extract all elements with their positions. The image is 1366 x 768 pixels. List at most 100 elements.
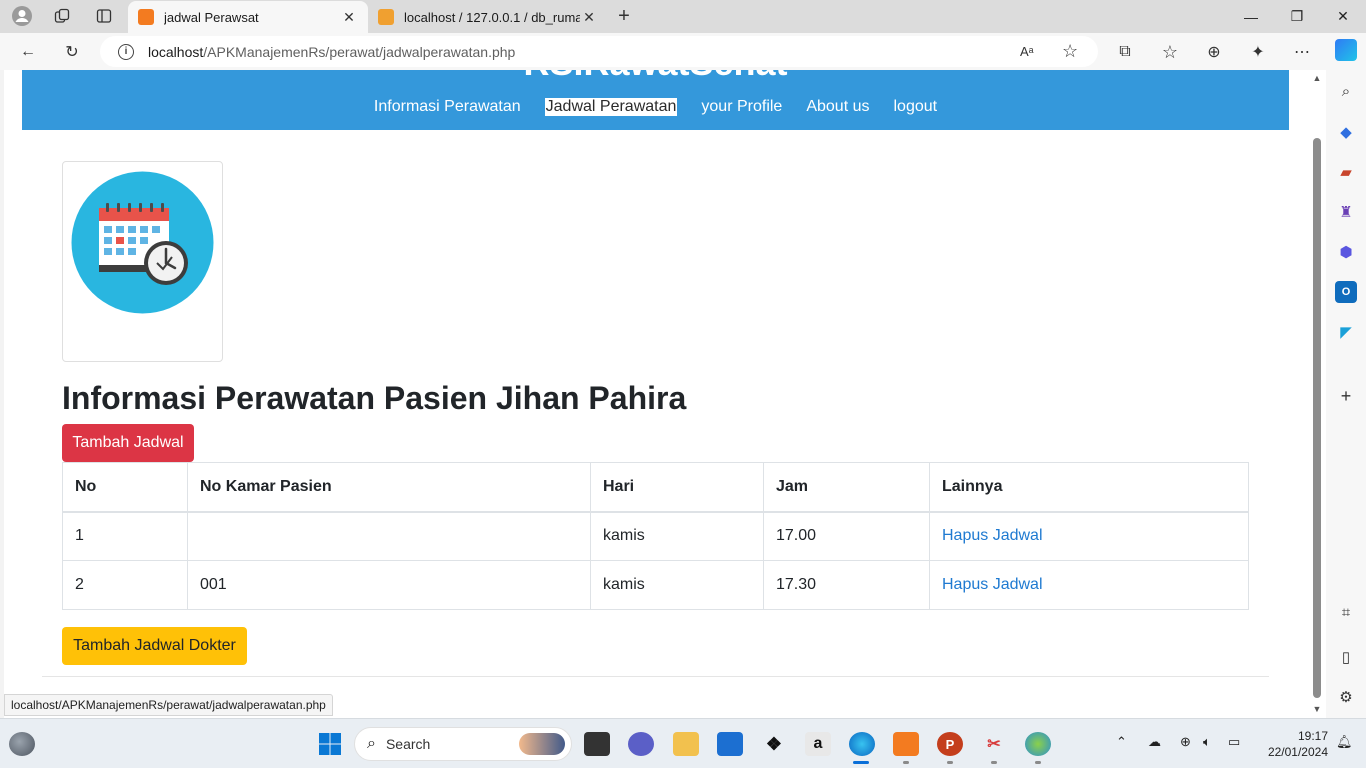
phpmyadmin-favicon-icon (378, 9, 394, 25)
show-hidden-icons-chevron-icon[interactable]: ⌃ (1116, 734, 1127, 750)
schedule-table: No No Kamar Pasien Hari Jam Lainnya 1 ka… (62, 462, 1249, 610)
edge-sidebar: ⌕ ◆ ▰ ♜ ⬢ O ◤ + ⌗ ▯ ⚙ (1326, 33, 1366, 718)
windows-start-icon[interactable] (317, 732, 343, 756)
cell-action: Hapus Jadwal (929, 560, 1249, 610)
close-tab-icon[interactable]: ✕ (580, 9, 598, 26)
tab-actions-icon[interactable] (90, 4, 118, 28)
split-screen-icon[interactable]: ⧉ (1111, 38, 1139, 66)
read-aloud-icon[interactable]: Aᵃ (1020, 44, 1034, 59)
add-sidebar-app-icon[interactable]: + (1335, 385, 1357, 407)
running-indicator (947, 761, 953, 764)
delete-schedule-link[interactable]: Hapus Jadwal (942, 527, 1043, 544)
profile-icon[interactable] (8, 4, 36, 28)
tools-icon[interactable]: ▰ (1335, 161, 1357, 183)
drop-icon[interactable]: ◤ (1335, 321, 1357, 343)
collections-icon[interactable]: ⊕ (1200, 38, 1228, 66)
cell-time: 17.30 (763, 560, 930, 610)
nav-informasi-perawatan[interactable]: Informasi Perawatan (374, 98, 521, 116)
tab-phpmyadmin[interactable]: localhost / 127.0.0.1 / db_rumahs ✕ (368, 1, 608, 33)
add-doctor-schedule-button[interactable]: Tambah Jadwal Dokter (62, 627, 247, 665)
widgets-icon[interactable] (9, 732, 35, 756)
search-icon: ⌕ (367, 735, 376, 752)
page-title-prefix: Informasi Perawatan Pasien (62, 380, 496, 416)
new-tab-button[interactable]: + (610, 4, 638, 28)
cell-day: kamis (590, 511, 764, 561)
scroll-up-arrow-icon[interactable]: ▲ (1312, 73, 1322, 83)
shopping-tag-icon[interactable]: ◆ (1335, 121, 1357, 143)
scroll-down-arrow-icon[interactable]: ▼ (1312, 704, 1322, 714)
nav-logout[interactable]: logout (893, 98, 937, 116)
maximize-button[interactable]: ❐ (1274, 0, 1320, 33)
cell-day: kamis (590, 560, 764, 610)
file-explorer-icon[interactable] (673, 732, 699, 756)
favorite-star-icon[interactable]: ☆ (1062, 41, 1078, 62)
page-scrollbar[interactable]: ▲ ▼ (1308, 70, 1326, 718)
copilot-icon[interactable] (1335, 39, 1357, 61)
games-icon[interactable]: ♜ (1335, 201, 1357, 223)
calendar-clock-icon (71, 171, 214, 314)
delete-schedule-link[interactable]: Hapus Jadwal (942, 576, 1043, 593)
more-menu-icon[interactable]: ⋯ (1288, 38, 1316, 66)
screenshot-icon[interactable]: ⌗ (1335, 601, 1357, 623)
windows-taskbar: ⌕ Search ❖ a P ✂ ⌃ ☁ ⊕ 🔈︎ ▭ 19:17 22/01/… (0, 718, 1366, 768)
running-indicator (991, 761, 997, 764)
close-window-button[interactable]: ✕ (1320, 0, 1366, 33)
microsoft-store-icon[interactable] (717, 732, 743, 756)
column-header-no: No (62, 462, 188, 513)
clock-date: 22/01/2024 (1267, 745, 1328, 759)
schedule-image-card (62, 161, 223, 362)
taskbar-clock[interactable]: 19:17 22/01/2024 (1258, 728, 1328, 760)
nav-about-us[interactable]: About us (806, 98, 869, 116)
hide-sidebar-icon[interactable]: ▯ (1335, 646, 1357, 668)
task-view-icon[interactable] (584, 732, 610, 756)
favorites-icon[interactable]: ☆ (1156, 38, 1184, 66)
cell-time: 17.00 (763, 511, 930, 561)
powerpoint-icon[interactable]: P (937, 732, 963, 756)
battery-icon[interactable]: ▭ (1228, 734, 1240, 750)
scrollbar-thumb[interactable] (1313, 138, 1321, 698)
dropbox-icon[interactable]: ❖ (761, 732, 787, 756)
volume-icon[interactable]: 🔈︎ (1203, 734, 1211, 750)
microsoft365-icon[interactable]: ⬢ (1335, 241, 1357, 263)
site-navbar: RS.RawatSehat Informasi Perawatan Jadwal… (22, 70, 1289, 130)
settings-gear-icon[interactable]: ⚙ (1335, 686, 1357, 708)
column-header-day: Hari (590, 462, 764, 513)
minimize-button[interactable]: — (1228, 0, 1274, 33)
search-icon[interactable]: ⌕ (1335, 80, 1357, 102)
teams-chat-icon[interactable] (628, 732, 654, 756)
add-schedule-button[interactable]: Tambah Jadwal (62, 424, 194, 462)
table-header-row: No No Kamar Pasien Hari Jam Lainnya (62, 462, 1249, 513)
cell-room (187, 511, 591, 561)
xampp-icon[interactable] (893, 732, 919, 756)
reload-button[interactable]: ↻ (58, 38, 86, 66)
xampp-favicon-icon (138, 9, 154, 25)
amazon-icon[interactable]: a (805, 732, 831, 756)
language-globe-icon[interactable]: ⊕ (1180, 734, 1191, 750)
tab-jadwal-perawat[interactable]: jadwal Perawsat ✕ (128, 1, 368, 33)
network-status-icon[interactable]: ☁ (1148, 734, 1161, 750)
search-placeholder: Search (385, 736, 431, 752)
outlook-icon[interactable]: O (1335, 281, 1357, 303)
snipping-tool-icon[interactable]: ✂ (981, 732, 1007, 756)
address-bar[interactable]: i localhost /APKManajemenRs/perawat/jadw… (100, 36, 1098, 67)
column-header-time: Jam (763, 462, 930, 513)
cell-room: 001 (187, 560, 591, 610)
performance-icon[interactable]: ✦ (1244, 38, 1272, 66)
clock-time: 19:17 (1297, 729, 1328, 743)
edge-browser-icon[interactable] (849, 732, 875, 756)
taskbar-search[interactable]: ⌕ Search (354, 727, 572, 761)
workspaces-icon[interactable] (48, 4, 76, 28)
tab-title: localhost / 127.0.0.1 / db_rumahs (404, 9, 580, 25)
close-tab-icon[interactable]: ✕ (340, 9, 358, 26)
running-indicator (903, 761, 909, 764)
notification-bell-icon[interactable]: 🔔︎ (1336, 734, 1353, 750)
back-button[interactable]: ← (14, 38, 42, 66)
nav-jadwal-perawatan[interactable]: Jadwal Perawatan (544, 98, 678, 116)
nav-your-profile[interactable]: your Profile (701, 98, 782, 116)
divider (42, 676, 1269, 677)
column-header-room: No Kamar Pasien (187, 462, 591, 513)
maps-icon[interactable] (1025, 732, 1051, 756)
site-info-icon[interactable]: i (118, 43, 134, 60)
tab-title: jadwal Perawsat (164, 9, 259, 25)
cell-no: 2 (62, 560, 188, 610)
